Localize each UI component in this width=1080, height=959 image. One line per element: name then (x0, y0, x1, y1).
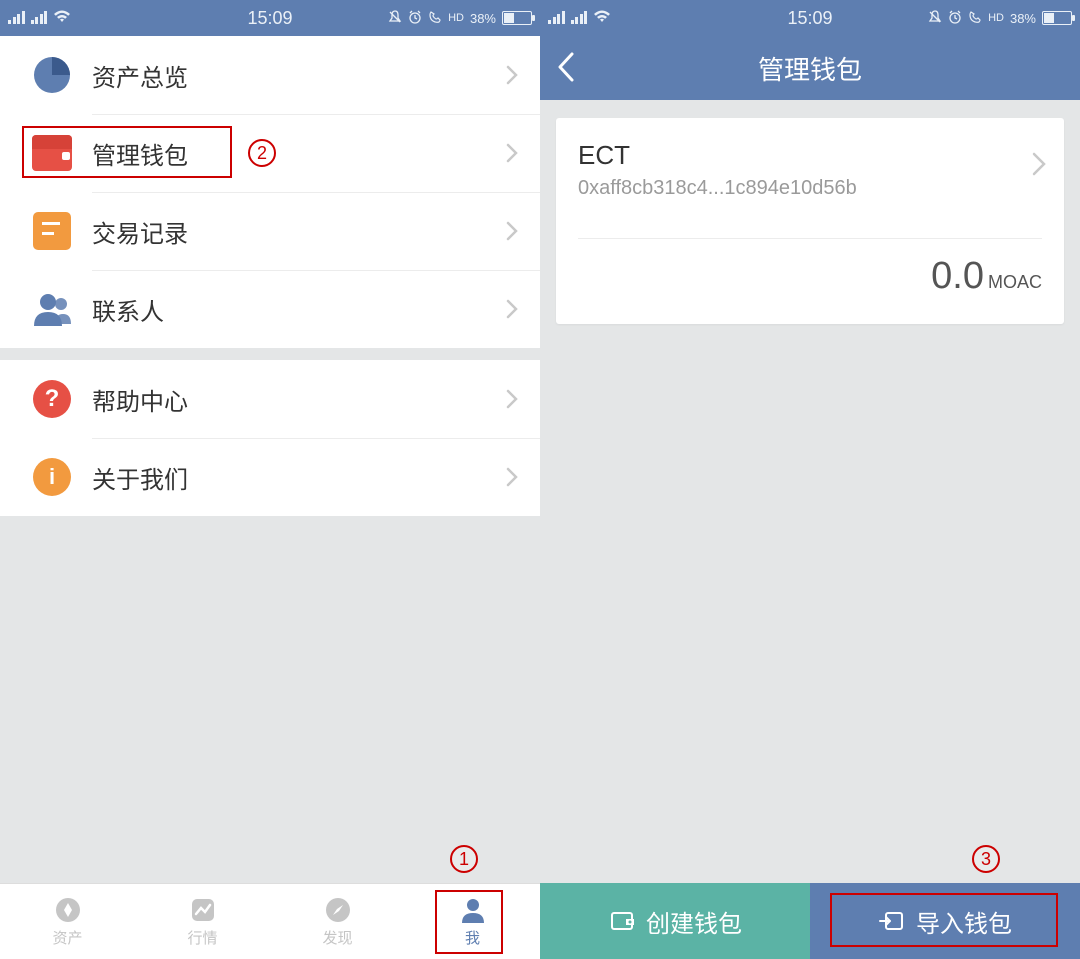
wifi-icon (53, 9, 71, 27)
info-icon: i (30, 455, 74, 499)
battery-icon (1042, 11, 1072, 25)
tab-me[interactable]: 我 (405, 884, 540, 959)
chevron-right-icon (506, 221, 518, 241)
chevron-right-icon (506, 467, 518, 487)
back-button[interactable] (556, 50, 576, 84)
status-bar: 15:09 HD 38% (0, 0, 540, 36)
button-label: 导入钱包 (916, 904, 1012, 939)
menu-item-contacts[interactable]: 联系人 (0, 270, 540, 348)
battery-icon (502, 11, 532, 25)
menu-label: 关于我们 (92, 460, 188, 495)
menu-list: 资产总览 管理钱包 2 交易记录 联系人 (0, 36, 540, 348)
menu-label: 联系人 (92, 292, 164, 327)
chevron-right-icon (506, 299, 518, 319)
wallet-address: 0xaff8cb318c4...1c894e10d56b (578, 177, 1042, 200)
tab-label: 发现 (322, 927, 352, 948)
signal-icon (548, 10, 565, 26)
menu-item-about[interactable]: i 关于我们 (0, 438, 540, 516)
menu-list-2: ? 帮助中心 i 关于我们 (0, 360, 540, 516)
annotation-marker-3: 3 (972, 845, 1000, 873)
pie-chart-icon (30, 53, 74, 97)
chevron-right-icon (506, 389, 518, 409)
phone-left: 15:09 HD 38% 资产总览 管理钱包 (0, 0, 540, 959)
assets-icon (54, 895, 82, 925)
alarm-icon (948, 10, 962, 26)
balance-unit: MOAC (988, 272, 1042, 292)
menu-label: 资产总览 (92, 58, 188, 93)
help-icon: ? (30, 377, 74, 421)
tab-assets[interactable]: 资产 (0, 884, 135, 959)
section-divider (0, 348, 540, 360)
tab-label: 行情 (187, 927, 217, 948)
create-wallet-button[interactable]: 创建钱包 (540, 883, 810, 959)
call-icon (968, 10, 982, 26)
balance-amount: 0.0 (931, 255, 984, 297)
status-time: 15:09 (247, 8, 292, 29)
signal-icon (8, 10, 25, 26)
tab-discover[interactable]: 发现 (270, 884, 405, 959)
import-wallet-button[interactable]: 导入钱包 (810, 883, 1080, 959)
button-label: 创建钱包 (646, 904, 742, 939)
tab-market[interactable]: 行情 (135, 884, 270, 959)
import-wallet-icon (878, 907, 906, 935)
market-icon (189, 895, 217, 925)
battery-percent: 38% (1010, 12, 1036, 25)
menu-label: 交易记录 (92, 214, 188, 249)
status-time: 15:09 (787, 8, 832, 29)
user-icon (459, 895, 487, 925)
divider (578, 238, 1042, 239)
chevron-right-icon (506, 143, 518, 163)
phone-right: 15:09 HD 38% 管理钱包 ECT 0xaff8cb318c4...1c… (540, 0, 1080, 959)
page-header: 管理钱包 (540, 36, 1080, 100)
tab-bar: 资产 行情 发现 我 (0, 883, 540, 959)
create-wallet-icon (608, 907, 636, 935)
battery-percent: 38% (470, 12, 496, 25)
tab-label: 资产 (52, 927, 82, 948)
call-icon (428, 10, 442, 26)
menu-item-overview[interactable]: 资产总览 (0, 36, 540, 114)
wifi-icon (593, 9, 611, 27)
annotation-marker-2: 2 (248, 139, 276, 167)
annotation-marker-1: 1 (450, 845, 478, 873)
tab-label: 我 (465, 927, 480, 948)
chevron-right-icon (506, 65, 518, 85)
menu-item-transactions[interactable]: 交易记录 (0, 192, 540, 270)
contacts-icon (30, 287, 74, 331)
bottom-button-bar: 创建钱包 导入钱包 (540, 883, 1080, 959)
bell-mute-icon (928, 10, 942, 26)
transaction-icon (30, 209, 74, 253)
signal-icon-2 (31, 10, 48, 26)
signal-icon-2 (571, 10, 588, 26)
alarm-icon (408, 10, 422, 26)
hd-icon: HD (988, 13, 1004, 24)
compass-icon (324, 895, 352, 925)
wallet-balance: 0.0MOAC (578, 255, 1042, 298)
menu-item-help[interactable]: ? 帮助中心 (0, 360, 540, 438)
status-bar: 15:09 HD 38% (540, 0, 1080, 36)
menu-label: 帮助中心 (92, 382, 188, 417)
menu-item-manage-wallet[interactable]: 管理钱包 2 (0, 114, 540, 192)
menu-label: 管理钱包 (92, 136, 188, 171)
wallet-card[interactable]: ECT 0xaff8cb318c4...1c894e10d56b 0.0MOAC (556, 118, 1064, 324)
wallet-icon (30, 131, 74, 175)
chevron-right-icon (1032, 152, 1046, 176)
bell-mute-icon (388, 10, 402, 26)
wallet-name: ECT (578, 140, 1042, 171)
page-title: 管理钱包 (758, 50, 862, 87)
hd-icon: HD (448, 13, 464, 24)
